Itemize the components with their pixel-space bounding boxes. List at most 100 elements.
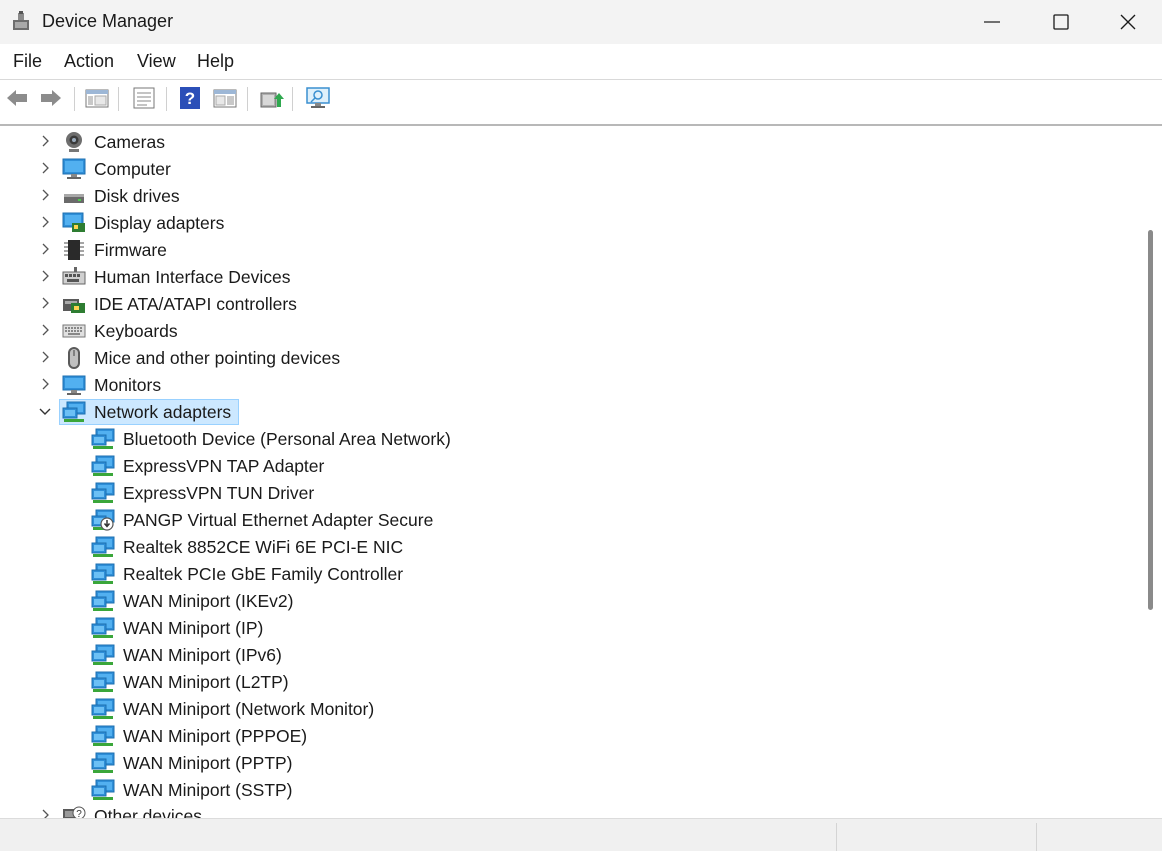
tree-item-device[interactable]: WAN Miniport (PPPOE) — [0, 723, 1139, 749]
tree-item-device[interactable]: WAN Miniport (IKEv2) — [0, 588, 1139, 614]
chevron-right-icon[interactable] — [37, 295, 53, 311]
menu-bar: File Action View Help — [0, 44, 1162, 80]
tree-item-mice[interactable]: Mice and other pointing devices — [0, 345, 1139, 371]
tree-item-device[interactable]: Realtek PCIe GbE Family Controller — [0, 561, 1139, 587]
tree-item-label: ExpressVPN TUN Driver — [123, 483, 315, 503]
menu-action[interactable]: Action — [64, 51, 114, 72]
vertical-scrollbar[interactable] — [1139, 126, 1162, 820]
mouse-icon — [68, 347, 80, 369]
keyboard-icon — [62, 324, 86, 338]
tree-item-label: Display adapters — [94, 213, 225, 233]
network-adapter-icon — [91, 779, 115, 800]
tree-item-label: WAN Miniport (IKEv2) — [123, 591, 294, 611]
monitor-icon — [62, 375, 86, 395]
maximize-icon — [1053, 14, 1069, 30]
tree-item-device[interactable]: WAN Miniport (IP) — [0, 615, 1139, 641]
network-adapter-disabled-icon — [91, 509, 115, 531]
tree-item-label: WAN Miniport (PPPOE) — [123, 726, 308, 746]
tree-item-disk-drives[interactable]: Disk drives — [0, 183, 1139, 209]
firmware-chip-icon — [64, 240, 84, 260]
tree-item-label: PANGP Virtual Ethernet Adapter Secure — [123, 510, 434, 530]
tree-item-label: Cameras — [94, 132, 165, 152]
svg-text:?: ? — [185, 89, 195, 108]
minimize-icon — [984, 21, 1000, 23]
action-pane-button[interactable] — [212, 85, 238, 111]
tree-item-computer[interactable]: Computer — [0, 156, 1139, 182]
tree-item-label: ExpressVPN TAP Adapter — [123, 456, 325, 476]
menu-separator — [0, 79, 1162, 80]
network-adapter-icon — [91, 482, 115, 503]
tree-item-label: Bluetooth Device (Personal Area Network) — [123, 429, 451, 449]
device-manager-icon — [13, 11, 29, 30]
network-adapter-icon — [91, 617, 115, 638]
tree-item-label: WAN Miniport (IP) — [123, 618, 264, 638]
status-bar — [0, 818, 1162, 851]
tree-item-cameras[interactable]: Cameras — [0, 129, 1139, 155]
properties-button[interactable] — [131, 85, 157, 111]
tree-item-label: Human Interface Devices — [94, 267, 291, 287]
chevron-right-icon[interactable] — [37, 322, 53, 338]
toolbar: ? — [0, 81, 1162, 117]
menu-help[interactable]: Help — [197, 51, 234, 72]
help-button[interactable]: ? — [177, 85, 203, 111]
maximize-button[interactable] — [1027, 0, 1095, 44]
update-driver-button[interactable] — [258, 85, 284, 111]
chevron-right-icon[interactable] — [37, 214, 53, 230]
tree-item-device[interactable]: Realtek 8852CE WiFi 6E PCI-E NIC — [0, 534, 1139, 560]
show-hide-console-tree-button[interactable] — [84, 85, 110, 111]
scan-hardware-button[interactable] — [305, 85, 331, 111]
tree-item-label: Realtek PCIe GbE Family Controller — [123, 564, 404, 584]
disk-drive-icon — [64, 194, 84, 203]
scrollbar-thumb[interactable] — [1148, 230, 1153, 610]
tree-item-display-adapters[interactable]: Display adapters — [0, 210, 1139, 236]
tree-item-label: WAN Miniport (Network Monitor) — [123, 699, 375, 719]
back-button[interactable] — [4, 85, 30, 111]
close-icon — [1120, 14, 1136, 30]
chevron-right-icon[interactable] — [37, 349, 53, 365]
tree-item-network-adapters[interactable]: Network adapters — [0, 399, 1139, 425]
tree-item-label: Firmware — [94, 240, 167, 260]
chevron-right-icon[interactable] — [37, 187, 53, 203]
tree-item-label: Network adapters — [94, 402, 232, 422]
tree-item-device[interactable]: WAN Miniport (Network Monitor) — [0, 696, 1139, 722]
forward-button[interactable] — [38, 85, 64, 111]
tree-item-device[interactable]: WAN Miniport (L2TP) — [0, 669, 1139, 695]
hid-icon — [62, 267, 86, 285]
camera-icon — [66, 132, 82, 152]
window-title: Device Manager — [42, 11, 174, 31]
network-adapter-icon — [91, 725, 115, 746]
chevron-right-icon[interactable] — [37, 268, 53, 284]
tree-item-device[interactable]: ExpressVPN TAP Adapter — [0, 453, 1139, 479]
tree-item-device[interactable]: WAN Miniport (PPTP) — [0, 750, 1139, 776]
chevron-right-icon[interactable] — [37, 160, 53, 176]
tree-item-human-interface-devices[interactable]: Human Interface Devices — [0, 264, 1139, 290]
forward-arrow-icon — [41, 90, 61, 106]
tree-item-device[interactable]: WAN Miniport (SSTP) — [0, 777, 1139, 803]
menu-file[interactable]: File — [13, 51, 42, 72]
minimize-button[interactable] — [958, 0, 1026, 44]
action-pane-icon — [213, 89, 237, 108]
tree-item-device[interactable]: ExpressVPN TUN Driver — [0, 480, 1139, 506]
tree-item-label: WAN Miniport (SSTP) — [123, 780, 293, 800]
tree-item-keyboards[interactable]: Keyboards — [0, 318, 1139, 344]
network-adapter-icon — [91, 536, 115, 557]
network-adapter-icon — [91, 698, 115, 719]
network-adapter-icon — [62, 401, 86, 422]
chevron-right-icon[interactable] — [37, 241, 53, 257]
menu-view[interactable]: View — [137, 51, 176, 72]
ide-controller-icon — [63, 299, 85, 313]
tree-item-monitors[interactable]: Monitors — [0, 372, 1139, 398]
tree-item-label: WAN Miniport (PPTP) — [123, 753, 293, 773]
tree-item-firmware[interactable]: Firmware — [0, 237, 1139, 263]
tree-item-ide-controllers[interactable]: IDE ATA/ATAPI controllers — [0, 291, 1139, 317]
tree-item-device[interactable]: WAN Miniport (IPv6) — [0, 642, 1139, 668]
device-tree[interactable]: Cameras Computer Disk drives Display ada… — [0, 124, 1162, 820]
tree-item-label: Realtek 8852CE WiFi 6E PCI-E NIC — [123, 537, 404, 557]
chevron-right-icon[interactable] — [37, 133, 53, 149]
chevron-right-icon[interactable] — [37, 376, 53, 392]
tree-item-device[interactable]: Bluetooth Device (Personal Area Network) — [0, 426, 1139, 452]
chevron-down-icon[interactable] — [37, 403, 53, 419]
close-button[interactable] — [1094, 0, 1162, 44]
network-adapter-icon — [91, 563, 115, 584]
tree-item-device[interactable]: PANGP Virtual Ethernet Adapter Secure — [0, 507, 1139, 533]
